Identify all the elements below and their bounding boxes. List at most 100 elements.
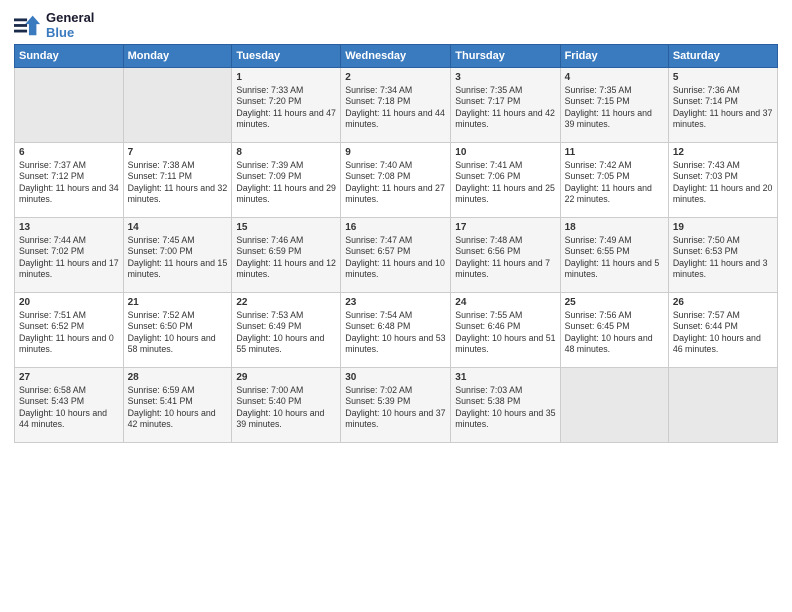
day-cell: 28Sunrise: 6:59 AMSunset: 5:41 PMDayligh… <box>123 368 232 443</box>
day-number: 7 <box>128 146 228 159</box>
cell-content: Sunrise: 7:02 AMSunset: 5:39 PMDaylight:… <box>345 385 446 431</box>
day-cell: 13Sunrise: 7:44 AMSunset: 7:02 PMDayligh… <box>15 218 124 293</box>
cell-content: Sunrise: 7:56 AMSunset: 6:45 PMDaylight:… <box>565 310 664 356</box>
cell-content: Sunrise: 7:54 AMSunset: 6:48 PMDaylight:… <box>345 310 446 356</box>
calendar-body: 1Sunrise: 7:33 AMSunset: 7:20 PMDaylight… <box>15 68 778 443</box>
day-cell: 19Sunrise: 7:50 AMSunset: 6:53 PMDayligh… <box>668 218 777 293</box>
day-cell: 20Sunrise: 7:51 AMSunset: 6:52 PMDayligh… <box>15 293 124 368</box>
cell-content: Sunrise: 7:36 AMSunset: 7:14 PMDaylight:… <box>673 85 773 131</box>
logo: General Blue <box>14 10 94 40</box>
cell-content: Sunrise: 7:51 AMSunset: 6:52 PMDaylight:… <box>19 310 119 356</box>
cell-content: Sunrise: 7:35 AMSunset: 7:17 PMDaylight:… <box>455 85 555 131</box>
cell-content: Sunrise: 7:37 AMSunset: 7:12 PMDaylight:… <box>19 160 119 206</box>
cell-content: Sunrise: 7:35 AMSunset: 7:15 PMDaylight:… <box>565 85 664 131</box>
day-number: 27 <box>19 371 119 384</box>
cell-content: Sunrise: 7:40 AMSunset: 7:08 PMDaylight:… <box>345 160 446 206</box>
week-row-4: 20Sunrise: 7:51 AMSunset: 6:52 PMDayligh… <box>15 293 778 368</box>
day-number: 1 <box>236 71 336 84</box>
day-cell: 25Sunrise: 7:56 AMSunset: 6:45 PMDayligh… <box>560 293 668 368</box>
week-row-5: 27Sunrise: 6:58 AMSunset: 5:43 PMDayligh… <box>15 368 778 443</box>
day-cell: 30Sunrise: 7:02 AMSunset: 5:39 PMDayligh… <box>341 368 451 443</box>
day-cell: 11Sunrise: 7:42 AMSunset: 7:05 PMDayligh… <box>560 143 668 218</box>
logo-icon <box>14 11 42 39</box>
week-row-2: 6Sunrise: 7:37 AMSunset: 7:12 PMDaylight… <box>15 143 778 218</box>
day-cell: 21Sunrise: 7:52 AMSunset: 6:50 PMDayligh… <box>123 293 232 368</box>
dow-cell-thursday: Thursday <box>451 45 560 68</box>
day-cell <box>668 368 777 443</box>
dow-cell-wednesday: Wednesday <box>341 45 451 68</box>
dow-cell-saturday: Saturday <box>668 45 777 68</box>
day-cell: 31Sunrise: 7:03 AMSunset: 5:38 PMDayligh… <box>451 368 560 443</box>
day-number: 3 <box>455 71 555 84</box>
day-cell: 23Sunrise: 7:54 AMSunset: 6:48 PMDayligh… <box>341 293 451 368</box>
day-number: 17 <box>455 221 555 234</box>
cell-content: Sunrise: 7:00 AMSunset: 5:40 PMDaylight:… <box>236 385 336 431</box>
dow-cell-friday: Friday <box>560 45 668 68</box>
cell-content: Sunrise: 7:45 AMSunset: 7:00 PMDaylight:… <box>128 235 228 281</box>
day-cell: 10Sunrise: 7:41 AMSunset: 7:06 PMDayligh… <box>451 143 560 218</box>
day-number: 14 <box>128 221 228 234</box>
day-number: 26 <box>673 296 773 309</box>
calendar-table: SundayMondayTuesdayWednesdayThursdayFrid… <box>14 44 778 443</box>
cell-content: Sunrise: 7:38 AMSunset: 7:11 PMDaylight:… <box>128 160 228 206</box>
main-container: General Blue SundayMondayTuesdayWednesda… <box>0 0 792 449</box>
day-number: 9 <box>345 146 446 159</box>
day-number: 5 <box>673 71 773 84</box>
cell-content: Sunrise: 7:33 AMSunset: 7:20 PMDaylight:… <box>236 85 336 131</box>
day-cell: 18Sunrise: 7:49 AMSunset: 6:55 PMDayligh… <box>560 218 668 293</box>
day-cell: 1Sunrise: 7:33 AMSunset: 7:20 PMDaylight… <box>232 68 341 143</box>
day-cell: 27Sunrise: 6:58 AMSunset: 5:43 PMDayligh… <box>15 368 124 443</box>
day-number: 31 <box>455 371 555 384</box>
day-number: 21 <box>128 296 228 309</box>
day-number: 6 <box>19 146 119 159</box>
day-number: 13 <box>19 221 119 234</box>
day-cell: 8Sunrise: 7:39 AMSunset: 7:09 PMDaylight… <box>232 143 341 218</box>
logo-text: General Blue <box>46 10 94 40</box>
cell-content: Sunrise: 7:03 AMSunset: 5:38 PMDaylight:… <box>455 385 555 431</box>
cell-content: Sunrise: 7:42 AMSunset: 7:05 PMDaylight:… <box>565 160 664 206</box>
day-number: 24 <box>455 296 555 309</box>
day-cell: 2Sunrise: 7:34 AMSunset: 7:18 PMDaylight… <box>341 68 451 143</box>
day-cell: 29Sunrise: 7:00 AMSunset: 5:40 PMDayligh… <box>232 368 341 443</box>
cell-content: Sunrise: 7:41 AMSunset: 7:06 PMDaylight:… <box>455 160 555 206</box>
day-cell: 16Sunrise: 7:47 AMSunset: 6:57 PMDayligh… <box>341 218 451 293</box>
week-row-1: 1Sunrise: 7:33 AMSunset: 7:20 PMDaylight… <box>15 68 778 143</box>
day-of-week-header-row: SundayMondayTuesdayWednesdayThursdayFrid… <box>15 45 778 68</box>
day-cell: 14Sunrise: 7:45 AMSunset: 7:00 PMDayligh… <box>123 218 232 293</box>
day-number: 28 <box>128 371 228 384</box>
day-cell <box>123 68 232 143</box>
day-number: 2 <box>345 71 446 84</box>
cell-content: Sunrise: 7:53 AMSunset: 6:49 PMDaylight:… <box>236 310 336 356</box>
cell-content: Sunrise: 7:50 AMSunset: 6:53 PMDaylight:… <box>673 235 773 281</box>
day-cell: 9Sunrise: 7:40 AMSunset: 7:08 PMDaylight… <box>341 143 451 218</box>
day-number: 18 <box>565 221 664 234</box>
day-cell: 26Sunrise: 7:57 AMSunset: 6:44 PMDayligh… <box>668 293 777 368</box>
cell-content: Sunrise: 7:52 AMSunset: 6:50 PMDaylight:… <box>128 310 228 356</box>
day-number: 22 <box>236 296 336 309</box>
day-number: 25 <box>565 296 664 309</box>
cell-content: Sunrise: 7:49 AMSunset: 6:55 PMDaylight:… <box>565 235 664 281</box>
day-number: 16 <box>345 221 446 234</box>
cell-content: Sunrise: 7:46 AMSunset: 6:59 PMDaylight:… <box>236 235 336 281</box>
dow-cell-sunday: Sunday <box>15 45 124 68</box>
day-number: 15 <box>236 221 336 234</box>
day-number: 29 <box>236 371 336 384</box>
day-cell: 12Sunrise: 7:43 AMSunset: 7:03 PMDayligh… <box>668 143 777 218</box>
day-number: 30 <box>345 371 446 384</box>
day-number: 20 <box>19 296 119 309</box>
cell-content: Sunrise: 7:34 AMSunset: 7:18 PMDaylight:… <box>345 85 446 131</box>
day-cell: 24Sunrise: 7:55 AMSunset: 6:46 PMDayligh… <box>451 293 560 368</box>
day-cell: 15Sunrise: 7:46 AMSunset: 6:59 PMDayligh… <box>232 218 341 293</box>
cell-content: Sunrise: 7:39 AMSunset: 7:09 PMDaylight:… <box>236 160 336 206</box>
day-cell: 3Sunrise: 7:35 AMSunset: 7:17 PMDaylight… <box>451 68 560 143</box>
cell-content: Sunrise: 6:59 AMSunset: 5:41 PMDaylight:… <box>128 385 228 431</box>
cell-content: Sunrise: 7:47 AMSunset: 6:57 PMDaylight:… <box>345 235 446 281</box>
day-number: 12 <box>673 146 773 159</box>
cell-content: Sunrise: 7:55 AMSunset: 6:46 PMDaylight:… <box>455 310 555 356</box>
day-cell <box>15 68 124 143</box>
cell-content: Sunrise: 7:43 AMSunset: 7:03 PMDaylight:… <box>673 160 773 206</box>
day-cell: 6Sunrise: 7:37 AMSunset: 7:12 PMDaylight… <box>15 143 124 218</box>
day-number: 11 <box>565 146 664 159</box>
header: General Blue <box>14 10 778 40</box>
cell-content: Sunrise: 7:48 AMSunset: 6:56 PMDaylight:… <box>455 235 555 281</box>
